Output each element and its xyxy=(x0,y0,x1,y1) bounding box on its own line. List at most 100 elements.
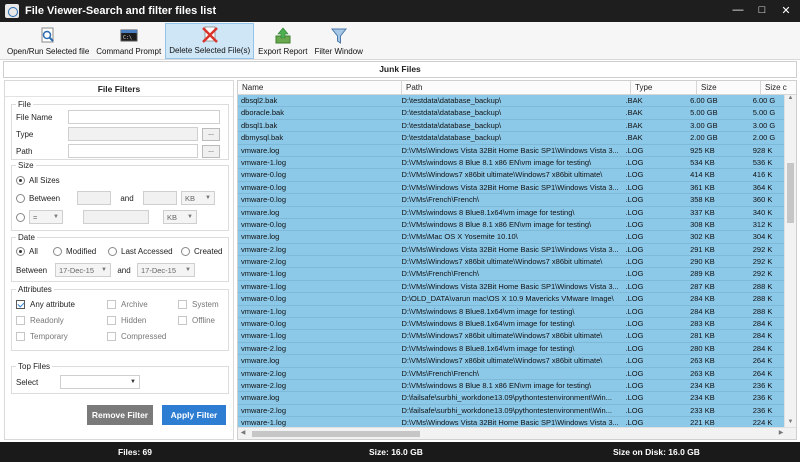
cell-name: vmware-2.log xyxy=(241,380,287,390)
table-row[interactable]: vmware-0.log D:\VMs\Windows7 x86bit ultim… xyxy=(238,169,786,182)
table-row[interactable]: vmware-1.log D:\VMs\French\French\ .LOG 289… xyxy=(238,268,786,281)
all-sizes-radio[interactable] xyxy=(16,176,25,185)
archive-checkbox[interactable] xyxy=(107,300,116,309)
table-row[interactable]: vmware.log D:\VMs\Windows Vista 32Bit Hom… xyxy=(238,144,786,157)
date-to-picker[interactable]: 17-Dec-15 ▼ xyxy=(137,263,195,277)
table-row[interactable]: vmware-2.log D:\VMs\windows 8 Blue 8.1 x8… xyxy=(238,379,786,393)
size-value-input[interactable] xyxy=(83,210,149,224)
table-row[interactable]: vmware-0.log D:\OLD_DATA\varun mac\OS X 1… xyxy=(238,293,786,306)
vertical-scroll-thumb[interactable] xyxy=(787,163,794,223)
table-row[interactable]: vmware-1.log D:\VMs\Windows7 x86bit ultim… xyxy=(238,330,786,343)
offline-checkbox[interactable] xyxy=(178,316,187,325)
minimize-icon[interactable]: — xyxy=(726,0,750,20)
size-from-input[interactable] xyxy=(77,191,111,205)
table-row[interactable]: dboracle.bak D:\testdata\database_backup\… xyxy=(238,107,786,120)
file-name-input[interactable] xyxy=(68,110,220,124)
cell-name: vmware-2.log xyxy=(241,368,287,378)
table-row[interactable]: dbmysql.bak D:\testdata\database_backup\.… xyxy=(238,132,786,145)
table-row[interactable]: vmware.log D:\VMs\windows 8 Blue8.1x64\vm… xyxy=(238,206,786,219)
any-attribute-checkbox[interactable] xyxy=(16,300,25,309)
column-header-size[interactable]: Size xyxy=(697,81,761,95)
column-header-name[interactable]: Name xyxy=(238,81,402,95)
file-group-legend: File xyxy=(16,100,33,109)
file-name-label: File Name xyxy=(16,112,53,122)
remove-filter-button[interactable]: Remove Filter xyxy=(87,405,153,425)
delete-selected-button[interactable]: Delete Selected File(s) xyxy=(165,23,255,59)
table-row[interactable]: vmware.log D:\failsafe\surbhi_workdone13.… xyxy=(238,392,786,405)
top-files-select[interactable]: ▼ xyxy=(60,375,140,389)
cell-size-on-disk: 284 K xyxy=(752,343,773,353)
column-header-type[interactable]: Type xyxy=(631,81,697,95)
table-row[interactable]: vmware-0.log D:\VMs\French\French\ .LOG 358… xyxy=(238,194,786,207)
table-header: Name Path Type Size Size c xyxy=(238,81,796,95)
scroll-left-icon[interactable]: ◀ xyxy=(238,428,248,439)
cell-size-on-disk: 312 K xyxy=(752,219,773,229)
filter-window-button[interactable]: Filter Window xyxy=(311,23,365,59)
table-row[interactable]: vmware.log D:\VMs\Windows7 x86bit ultimat… xyxy=(238,355,786,368)
compressed-checkbox[interactable] xyxy=(107,332,116,341)
apply-filter-button[interactable]: Apply Filter xyxy=(162,405,226,425)
between-size-radio[interactable] xyxy=(16,193,25,203)
cell-type: .BAK xyxy=(625,133,643,143)
table-row[interactable]: vmware-2.log D:\VMs\windows 8 Blue8.1x64\… xyxy=(238,342,786,356)
modified-radio[interactable] xyxy=(53,247,62,256)
scroll-right-icon[interactable]: ▶ xyxy=(776,428,786,439)
size-operator-select[interactable]: = ▼ xyxy=(29,210,63,224)
system-checkbox[interactable] xyxy=(178,300,187,309)
close-icon[interactable]: ✕ xyxy=(774,0,798,20)
column-header-path[interactable]: Path xyxy=(402,81,631,95)
cell-size-on-disk: 536 K xyxy=(752,157,773,167)
open-run-button[interactable]: Open/Run Selected file xyxy=(4,23,92,59)
table-row[interactable]: vmware-2.log D:\failsafe\surbhi_workdone1… xyxy=(238,404,786,418)
table-row[interactable]: vmware.log D:\VMs\Mac OS X Yosemite 10.10… xyxy=(238,231,786,244)
readonly-checkbox[interactable] xyxy=(16,316,25,325)
table-row[interactable]: vmware-0.log D:\VMs\windows 8 Blue 8.1 x8… xyxy=(238,218,786,232)
table-row[interactable]: vmware-1.log D:\VMs\windows 8 Blue 8.1 x8… xyxy=(238,156,786,170)
cell-path: D:\testdata\database_backup\ xyxy=(401,120,502,130)
created-radio[interactable] xyxy=(181,247,190,256)
path-input[interactable] xyxy=(68,144,198,158)
cell-size-on-disk: 3.00 G xyxy=(752,120,776,130)
table-row[interactable]: vmware-2.log D:\VMs\Windows7 x86bit ultim… xyxy=(238,256,786,269)
temporary-checkbox[interactable] xyxy=(16,332,25,341)
table-row[interactable]: vmware-2.log D:\VMs\French\French\ .LOG 263… xyxy=(238,367,786,380)
table-row[interactable]: vmware-1.log D:\VMs\Windows Vista 32Bit H… xyxy=(238,280,786,294)
scroll-up-icon[interactable]: ▲ xyxy=(785,95,796,105)
cell-size: 234 KB xyxy=(690,380,715,390)
size-unit-select-1[interactable]: KB ▼ xyxy=(181,191,215,205)
export-report-button[interactable]: Export Report xyxy=(255,23,310,59)
type-browse-button[interactable]: ... xyxy=(202,127,220,141)
table-row[interactable]: vmware-1.log D:\VMs\windows 8 Blue8.1x64\… xyxy=(238,305,786,319)
cell-name: vmware-0.log xyxy=(241,170,287,180)
date-all-radio[interactable] xyxy=(16,247,25,256)
size-to-input[interactable] xyxy=(143,191,177,205)
vertical-scrollbar[interactable]: ▲ ▼ xyxy=(784,95,796,429)
last-accessed-radio[interactable] xyxy=(108,247,117,256)
command-prompt-button[interactable]: C:\ Command Prompt xyxy=(93,23,164,59)
cell-size: 2.00 GB xyxy=(690,133,718,143)
path-browse-button[interactable]: ... xyxy=(202,144,220,158)
cell-name: vmware-0.log xyxy=(241,319,287,329)
readonly-label: Readonly xyxy=(30,316,64,325)
hidden-checkbox[interactable] xyxy=(107,316,116,325)
table-row[interactable]: dbsql2.bak D:\testdata\database_backup\ .B… xyxy=(238,95,786,108)
column-header-size-on-disk[interactable]: Size c xyxy=(761,81,796,95)
horizontal-scroll-thumb[interactable] xyxy=(252,431,420,437)
cell-path: D:\VMs\windows 8 Blue 8.1 x86 EN\vm imag… xyxy=(401,380,592,390)
cell-size-on-disk: 288 K xyxy=(752,306,773,316)
cell-type: .BAK xyxy=(625,96,643,105)
table-row[interactable]: vmware-0.log D:\VMs\windows 8 Blue8.1x64\… xyxy=(238,318,786,331)
date-from-picker[interactable]: 17-Dec-15 ▼ xyxy=(55,263,111,277)
table-row[interactable]: dbsql1.bak D:\testdata\database_backup\ .B… xyxy=(238,119,786,133)
table-row[interactable]: vmware-2.log D:\VMs\Windows Vista 32Bit H… xyxy=(238,243,786,257)
cell-path: D:\VMs\Windows Vista 32Bit Home Basic SP… xyxy=(401,244,619,254)
type-input[interactable] xyxy=(68,127,198,141)
cell-size: 3.00 GB xyxy=(690,120,718,130)
size-unit-select-2[interactable]: KB ▼ xyxy=(163,210,197,224)
table-row[interactable]: vmware-0.log D:\VMs\Windows Vista 32Bit H… xyxy=(238,181,786,195)
type-label: Type xyxy=(16,129,34,139)
maximize-icon[interactable]: □ xyxy=(750,0,774,20)
operator-size-radio[interactable] xyxy=(16,212,25,222)
select-label: Select xyxy=(16,377,39,387)
horizontal-scrollbar[interactable]: ◀ ▶ xyxy=(238,427,796,439)
